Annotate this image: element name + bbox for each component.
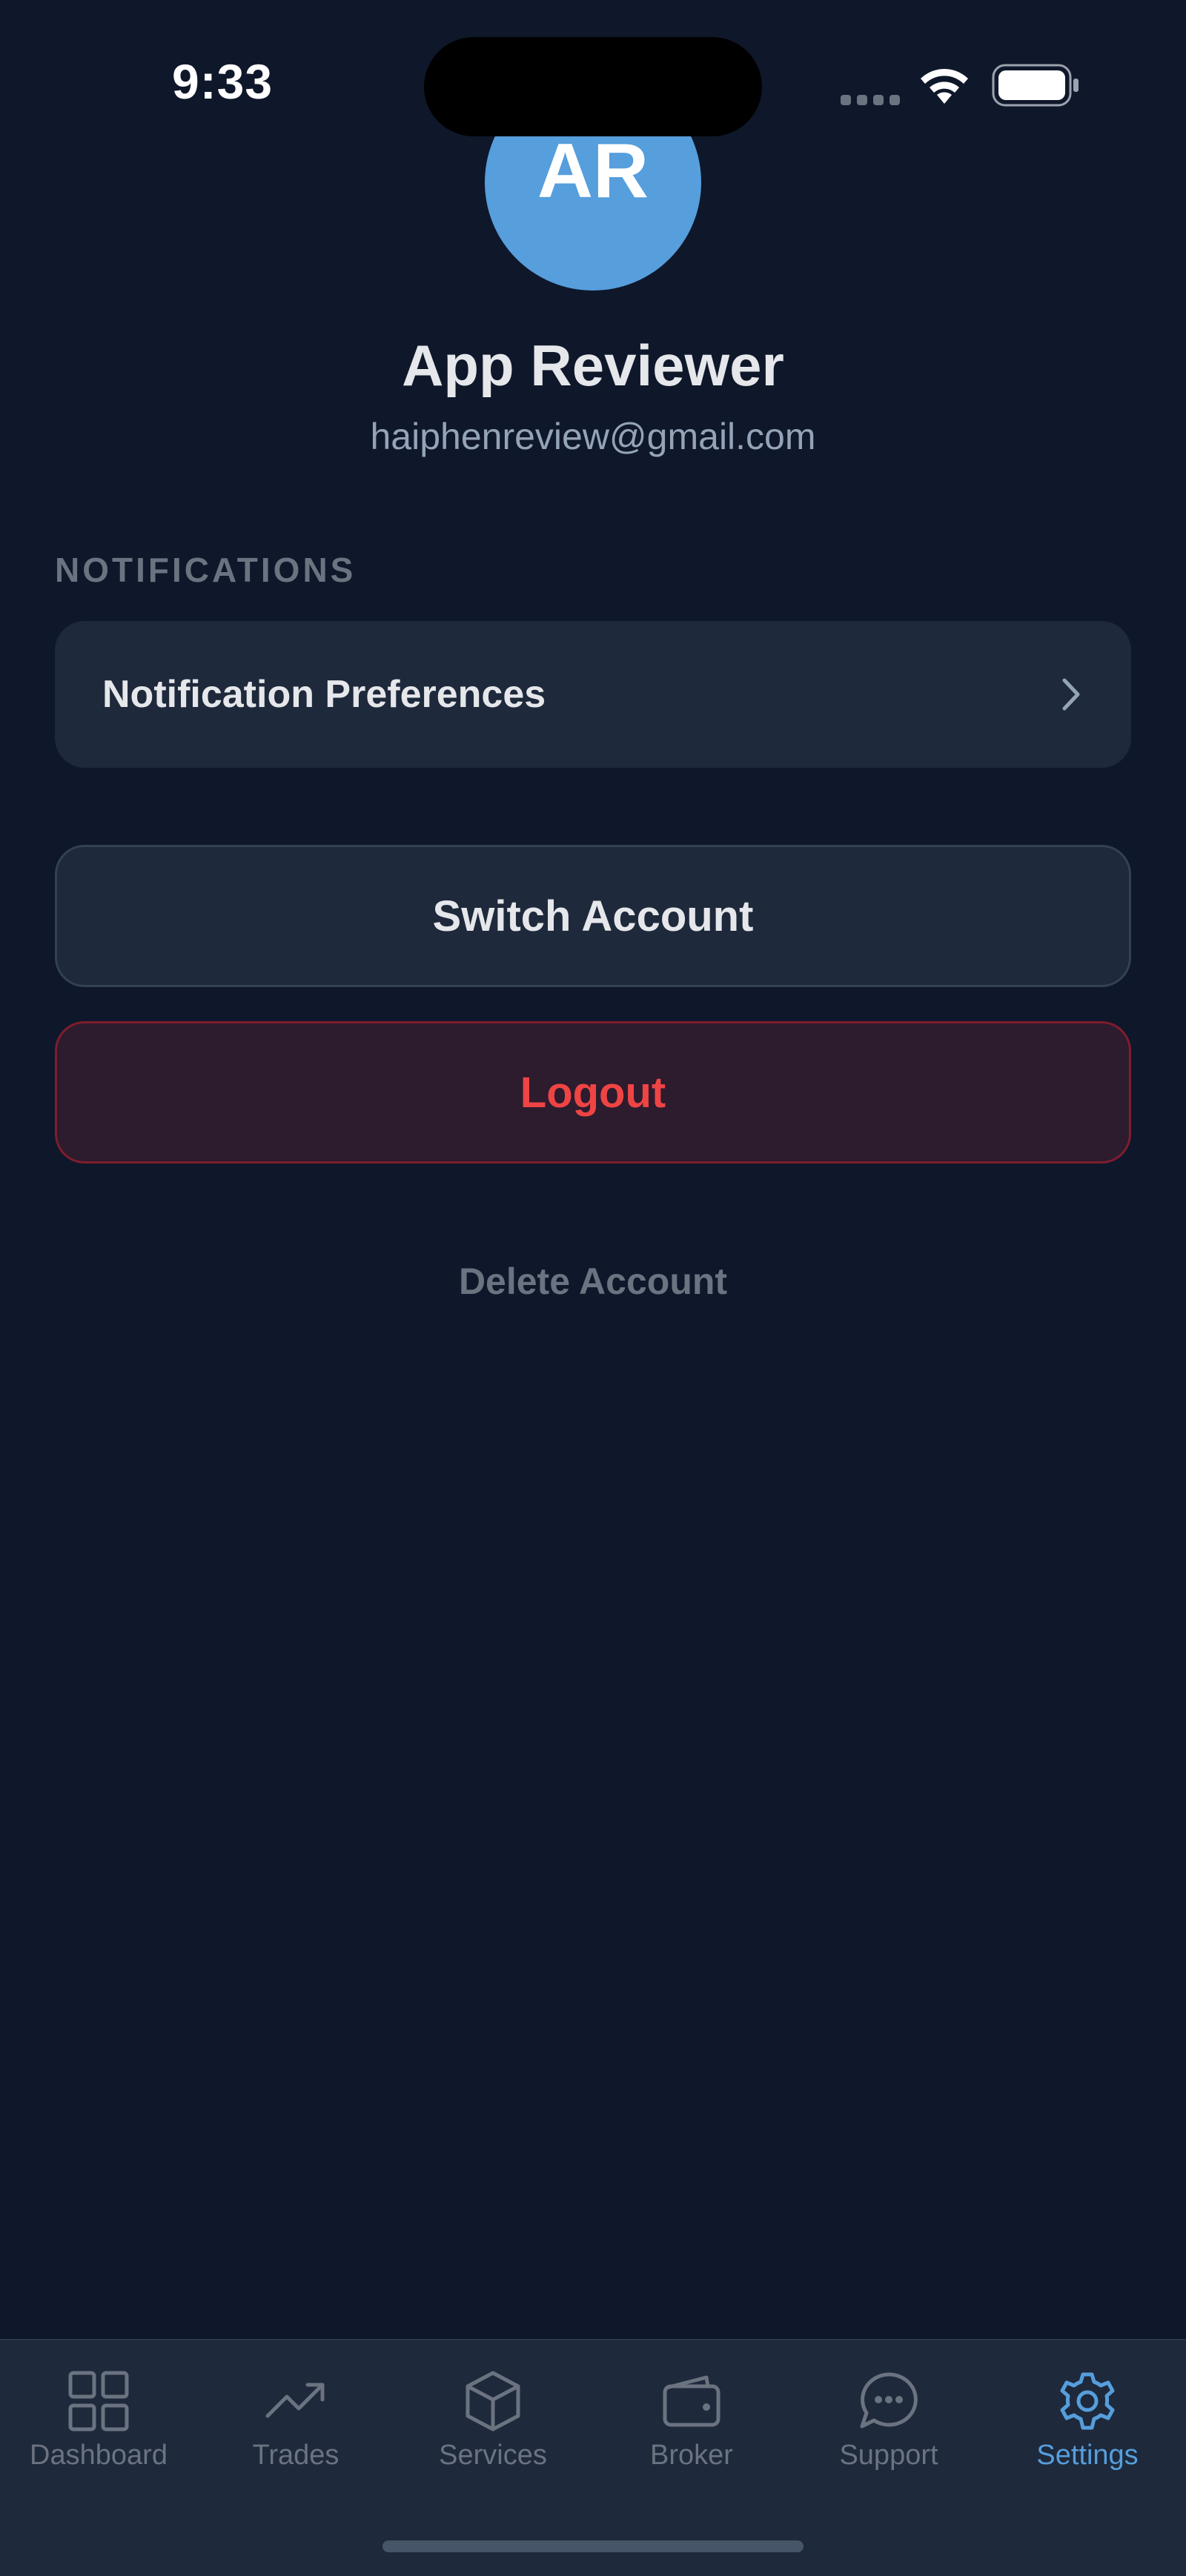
status-time: 9:33 xyxy=(172,54,274,109)
home-indicator xyxy=(382,2540,804,2552)
profile-name: App Reviewer xyxy=(402,333,784,398)
notifications-section-heading: NOTIFICATIONS xyxy=(55,551,357,589)
battery-icon xyxy=(992,64,1079,107)
box-icon xyxy=(466,2371,520,2431)
cellular-signal-icon xyxy=(841,95,900,105)
tab-dashboard-label: Dashboard xyxy=(30,2440,168,2471)
delete-account-button[interactable]: Delete Account xyxy=(0,1260,1186,1303)
chat-bubble-icon xyxy=(860,2372,918,2429)
tab-support[interactable]: Support xyxy=(790,2370,987,2472)
tab-settings[interactable]: Settings xyxy=(989,2370,1186,2472)
tab-trades[interactable]: Trades xyxy=(197,2370,394,2472)
settings-screen: AR 9:33 App Reviewer haiphenreview@gmail… xyxy=(0,0,1186,2576)
tab-services-label: Services xyxy=(439,2440,547,2471)
switch-account-button[interactable]: Switch Account xyxy=(55,845,1131,987)
tab-trades-label: Trades xyxy=(252,2440,339,2471)
grid-icon xyxy=(68,2371,129,2431)
chevron-right-icon xyxy=(1062,678,1080,711)
tab-broker-label: Broker xyxy=(650,2440,733,2471)
profile-email: haiphenreview@gmail.com xyxy=(370,416,816,457)
wifi-icon xyxy=(921,69,968,104)
tab-dashboard[interactable]: Dashboard xyxy=(0,2370,197,2472)
tab-support-label: Support xyxy=(839,2440,938,2471)
trending-up-icon xyxy=(265,2383,325,2418)
tab-settings-label: Settings xyxy=(1036,2440,1139,2471)
gear-icon xyxy=(1060,2372,1115,2430)
notification-preferences-label: Notification Preferences xyxy=(102,673,546,716)
tab-services[interactable]: Services xyxy=(394,2370,592,2472)
avatar-initials: AR xyxy=(537,127,649,214)
dynamic-island xyxy=(424,37,762,136)
wallet-icon xyxy=(663,2375,720,2427)
logout-button[interactable]: Logout xyxy=(55,1021,1131,1163)
tab-broker[interactable]: Broker xyxy=(593,2370,790,2472)
notification-preferences-row[interactable]: Notification Preferences xyxy=(55,621,1131,768)
